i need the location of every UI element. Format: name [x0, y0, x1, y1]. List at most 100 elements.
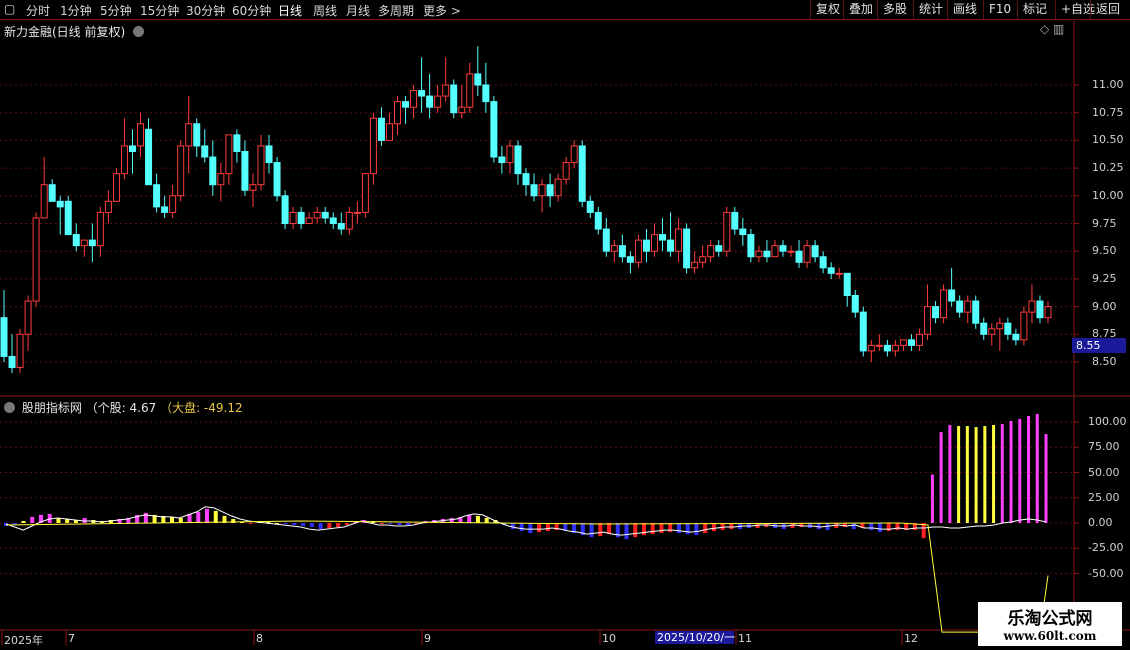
candle-body [56, 200, 64, 208]
date-label-3: 9 [424, 632, 431, 645]
candle-body [458, 106, 466, 114]
candle-body [699, 256, 707, 263]
price-tick-label-3: 10.25 [1092, 161, 1124, 175]
indicator-bar [711, 523, 716, 532]
indicator-bar [992, 425, 996, 523]
cursor-date-tag: 2025/10/20/一 [655, 631, 736, 644]
candle-body [988, 328, 996, 335]
date-label-4: 10 [602, 632, 616, 645]
candle-body [257, 145, 265, 186]
candle-body [554, 178, 562, 197]
candle-body [305, 217, 313, 225]
indicator-bar [379, 523, 384, 525]
candle-body [675, 228, 683, 252]
candle-body [667, 239, 675, 252]
candle-body [225, 134, 233, 175]
price-tick-label-10: 8.50 [1092, 355, 1117, 368]
indicator-bar [484, 517, 489, 523]
candle-body [137, 123, 145, 147]
indicator-bar [196, 511, 201, 523]
candle-body [907, 339, 915, 346]
date-label-0: 2025年 [4, 634, 43, 647]
indicator-bar [974, 427, 978, 523]
candle-body [739, 228, 747, 236]
indicator-bar [895, 523, 900, 531]
indicator-bar [143, 512, 148, 523]
chart-canvas[interactable] [0, 0, 1130, 650]
watermark: 乐淘公式网 www.60lt.com [978, 602, 1122, 646]
candle-body [731, 211, 739, 230]
indicator-bar [624, 523, 629, 540]
candle-body [1044, 306, 1052, 319]
candle-body [313, 211, 321, 219]
indicator-bar [703, 523, 708, 534]
candle-body [402, 101, 410, 108]
candle-body [650, 234, 658, 252]
indicator-bar [633, 523, 638, 538]
candle-body [410, 90, 418, 108]
candle-body [859, 311, 867, 352]
candle-body [442, 84, 450, 97]
indicator-tick-label-5: -25.00 [1088, 541, 1124, 555]
indicator-bar [475, 515, 480, 523]
candle-body [233, 134, 241, 152]
indicator-bar [983, 426, 987, 523]
candle-body [1028, 300, 1036, 313]
candle-body [329, 217, 337, 225]
candle-body [145, 128, 153, 186]
candle-body [482, 84, 490, 103]
indicator-bar [213, 510, 218, 523]
indicator-bar [170, 516, 175, 523]
candle-body [827, 267, 835, 274]
indicator-tick-label-0: 100.00 [1088, 415, 1127, 428]
candle-body [1012, 333, 1020, 341]
candle-body [128, 145, 136, 152]
indicator-bar [676, 523, 681, 534]
date-label-5: 11 [738, 632, 752, 645]
indicator-bar [668, 523, 673, 533]
candle-body [972, 300, 980, 324]
indicator-bar [248, 523, 253, 525]
indicator-bar [851, 523, 856, 530]
candle-body [0, 317, 8, 357]
indicator-bar [965, 426, 969, 523]
candle-body [273, 162, 281, 197]
candle-body [169, 195, 177, 213]
indicator-bar [1000, 424, 1004, 523]
candle-body [8, 355, 16, 369]
candle-body [899, 339, 907, 346]
price-tick-label-0: 11.00 [1092, 78, 1124, 91]
candle-body [522, 173, 530, 186]
indicator-bar [598, 523, 603, 537]
candle-body [948, 289, 956, 302]
candle-body [956, 300, 964, 313]
indicator-bar [344, 523, 349, 526]
price-tick-label-4: 10.00 [1092, 188, 1124, 202]
price-tick-label-7: 9.25 [1092, 271, 1117, 285]
indicator-bar [1027, 415, 1031, 523]
candle-body [691, 261, 699, 269]
indicator-bar [1044, 434, 1048, 523]
candle-body [394, 101, 402, 125]
candle-body [538, 184, 546, 197]
candle-body [177, 145, 185, 197]
indicator-tick-label-6: -50.00 [1088, 566, 1124, 580]
candle-body [835, 272, 843, 275]
candle-body [1020, 311, 1028, 341]
candle-body [715, 245, 723, 252]
candle-body [932, 306, 940, 319]
price-tick-label-6: 9.50 [1092, 244, 1117, 258]
date-label-2: 8 [256, 632, 263, 645]
candle-body [506, 145, 514, 164]
indicator-bar [816, 523, 821, 530]
candle-body [1036, 300, 1044, 319]
candle-body [361, 173, 369, 213]
indicator-tick-label-3: 25.00 [1088, 490, 1120, 504]
candle-body [209, 156, 217, 186]
candle-body [120, 145, 128, 175]
candle-body [747, 234, 755, 258]
candle-body [297, 211, 305, 224]
candle-body [610, 245, 618, 252]
candle-body [249, 184, 257, 191]
indicator-bar [318, 523, 323, 530]
